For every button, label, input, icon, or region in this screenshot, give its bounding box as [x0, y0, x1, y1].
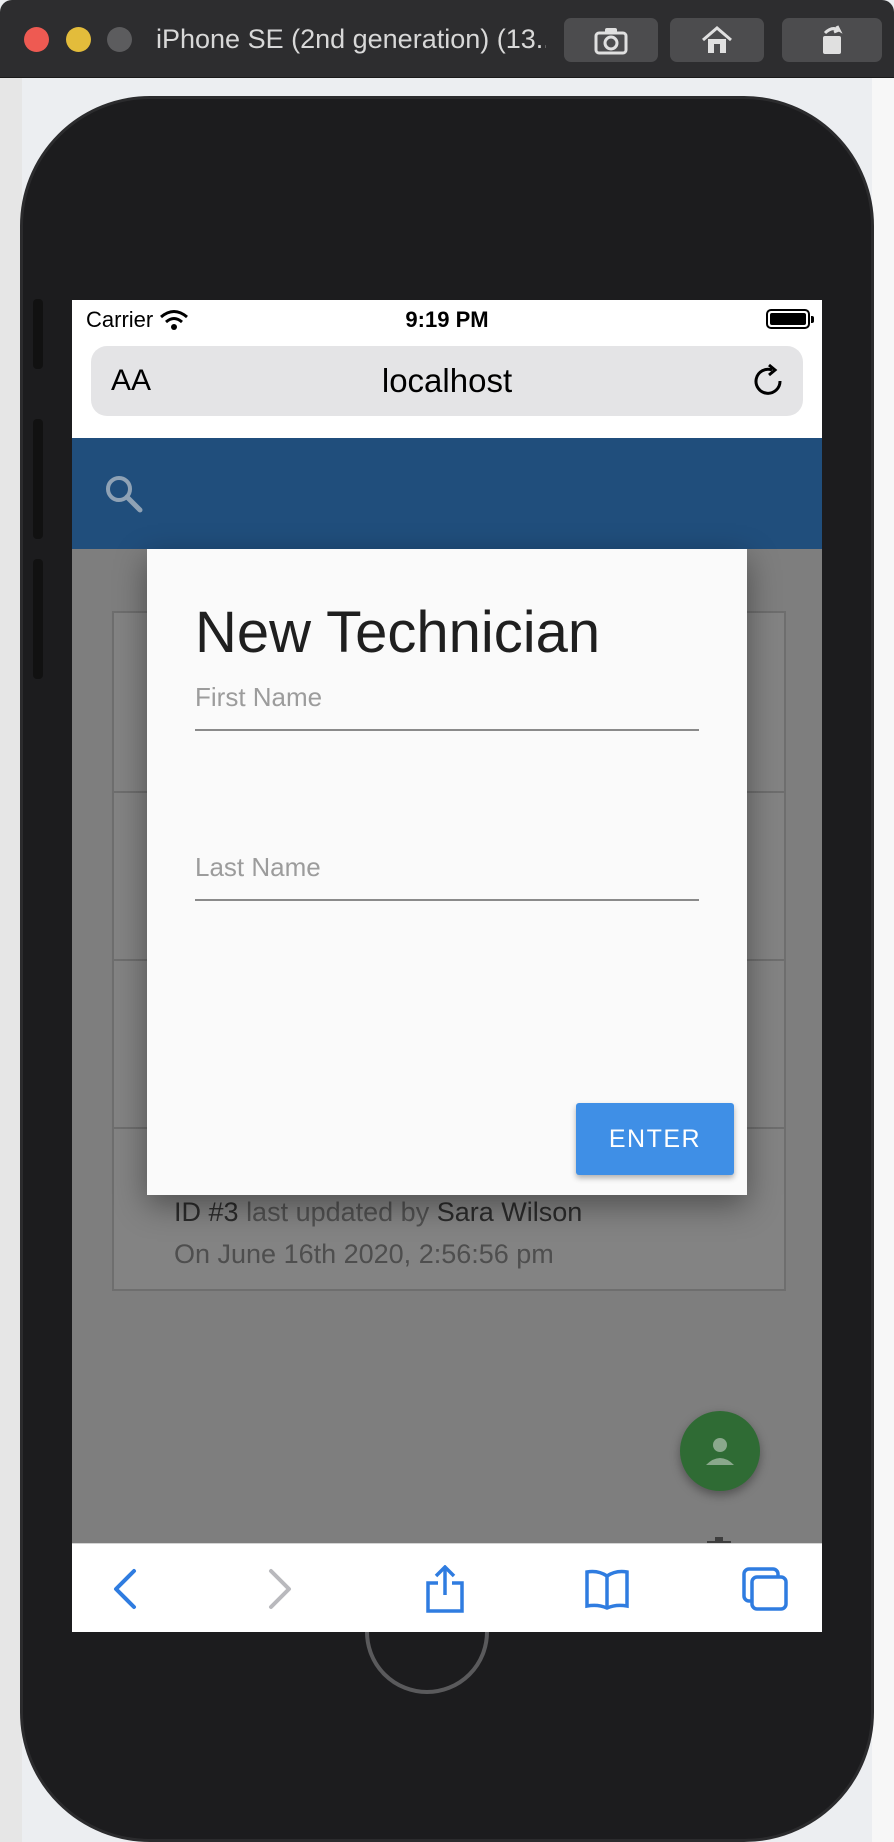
- dialog-title: New Technician: [195, 600, 601, 665]
- share-icon: [426, 1565, 464, 1613]
- bookmarks-button[interactable]: [582, 1564, 632, 1614]
- minimize-window-button[interactable]: [66, 27, 91, 52]
- rotate-icon: [823, 25, 843, 54]
- close-window-button[interactable]: [24, 27, 49, 52]
- forward-icon: [269, 1569, 291, 1609]
- tabs-icon: [742, 1567, 788, 1611]
- browser-bottom-toolbar: [72, 1543, 822, 1632]
- item-date: On June 16th 2020, 2:56:56 pm: [174, 1239, 554, 1269]
- forward-button[interactable]: [255, 1564, 305, 1614]
- item-user-name: Sara Wilson: [436, 1197, 583, 1227]
- new-technician-dialog: New Technician ENTER: [147, 549, 747, 1195]
- app-header: [72, 438, 822, 549]
- device-screen: Carrier 9:19 PM AA localhost ID #3 last …: [72, 300, 822, 1632]
- rotate-button[interactable]: [782, 18, 882, 62]
- last-name-field: [195, 831, 699, 901]
- back-icon: [114, 1569, 136, 1609]
- edit-technician-fab[interactable]: [680, 1411, 760, 1491]
- screenshot-button[interactable]: [564, 18, 658, 62]
- back-button[interactable]: [100, 1564, 150, 1614]
- simulator-titlebar: iPhone SE (2nd generation) (13...: [0, 0, 894, 78]
- status-bar: Carrier 9:19 PM: [72, 300, 822, 340]
- bookmarks-icon: [585, 1569, 629, 1610]
- battery-icon: [766, 309, 814, 329]
- volume-down-button: [33, 559, 43, 679]
- first-name-input[interactable]: [195, 675, 699, 719]
- reload-icon[interactable]: [749, 362, 787, 400]
- background-window-left: [0, 78, 22, 1842]
- first-name-field: [195, 661, 699, 731]
- share-button[interactable]: [420, 1564, 470, 1614]
- mute-switch: [33, 299, 43, 369]
- item-id: ID #3: [174, 1197, 239, 1227]
- camera-icon: [594, 28, 628, 55]
- home-toolbar-button[interactable]: [670, 18, 764, 62]
- person-icon: [706, 1438, 734, 1465]
- enter-button[interactable]: ENTER: [576, 1103, 734, 1175]
- status-time: 9:19 PM: [405, 307, 489, 332]
- search-icon[interactable]: [102, 472, 146, 516]
- zoom-window-button[interactable]: [107, 27, 132, 52]
- background-window-right: [872, 78, 894, 1842]
- last-name-input[interactable]: [195, 845, 699, 889]
- volume-up-button: [33, 419, 43, 539]
- address-bar[interactable]: AA localhost: [91, 346, 803, 416]
- list-item-title: ID #3 last updated by Sara Wilson: [174, 1197, 582, 1228]
- browser-address-area: AA localhost: [72, 340, 822, 438]
- address-url[interactable]: localhost: [91, 362, 803, 400]
- simulator-title: iPhone SE (2nd generation) (13...: [156, 24, 546, 54]
- tabs-button[interactable]: [740, 1564, 790, 1614]
- updated-by-label: last updated by: [246, 1197, 430, 1227]
- house-icon: [702, 26, 732, 53]
